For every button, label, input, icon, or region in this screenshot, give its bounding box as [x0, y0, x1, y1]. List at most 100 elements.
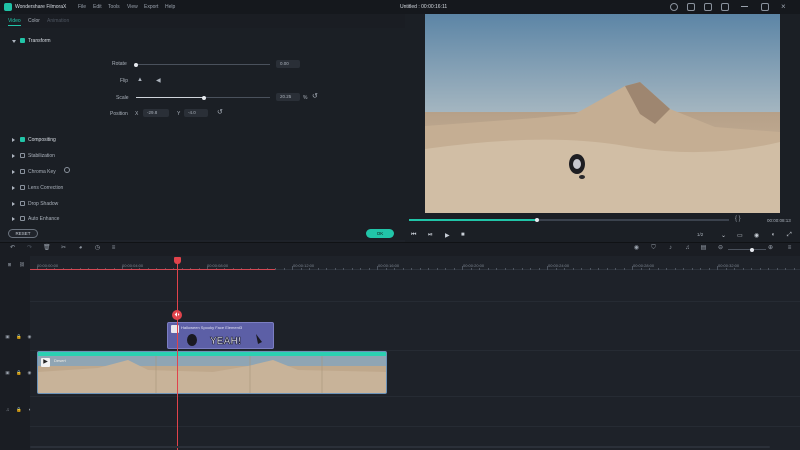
maximize-icon[interactable]	[761, 3, 769, 11]
zoom-slider-knob[interactable]	[750, 247, 754, 252]
zoom-out-icon[interactable]: ⊖	[717, 245, 724, 252]
track1-lock-icon[interactable]: 🔒	[16, 370, 22, 375]
download-icon[interactable]	[721, 3, 729, 11]
section-lens-correction[interactable]: Lens Correction	[28, 185, 63, 191]
tab-animation[interactable]: Animation	[47, 18, 69, 24]
section-compositing[interactable]: Compositing	[28, 137, 56, 143]
menu-export[interactable]: Export	[144, 4, 158, 10]
menu-help[interactable]: Help	[165, 4, 175, 10]
lens-correction-checkbox[interactable]	[20, 185, 25, 190]
play-reverse-icon[interactable]: ⏯	[428, 232, 433, 239]
rotate-value-field[interactable]: 0.00	[276, 60, 300, 68]
save-icon[interactable]	[704, 3, 712, 11]
tab-color[interactable]: Color	[28, 18, 40, 24]
storyboard-icon[interactable]: ▤	[700, 245, 707, 252]
display-icon[interactable]: ▭	[737, 232, 743, 239]
timeline-menu-icon[interactable]: ≡	[786, 245, 793, 252]
microphone-icon[interactable]: ♪	[667, 245, 674, 252]
previous-frame-icon[interactable]: ⏮	[411, 232, 416, 239]
adjust-icon[interactable]: ≡	[110, 245, 117, 252]
stabilization-expand-icon[interactable]	[12, 154, 15, 158]
compositing-expand-icon[interactable]	[12, 138, 15, 142]
position-y-field[interactable]: -4.0	[184, 109, 208, 117]
mark-range-icon[interactable]: { }	[735, 216, 741, 222]
voiceover-icon[interactable]: ♫	[684, 245, 691, 252]
sticker-clip[interactable]: Halloween Spooky Face Element3 YEAH!	[167, 322, 274, 349]
fullscreen-icon[interactable]: ⤢	[787, 232, 792, 239]
shield-icon[interactable]: ⛉	[650, 245, 657, 252]
rotate-slider-knob[interactable]	[134, 62, 138, 67]
add-track-icon[interactable]: ⊞	[7, 262, 12, 267]
drop-shadow-expand-icon[interactable]	[12, 202, 15, 206]
scale-slider[interactable]	[136, 95, 270, 100]
lens-correction-expand-icon[interactable]	[12, 186, 15, 190]
menu-view[interactable]: View	[127, 4, 138, 10]
chroma-key-expand-icon[interactable]	[12, 170, 15, 174]
section-auto-enhance[interactable]: Auto Enhance	[28, 216, 59, 222]
audio-track-mute-icon[interactable]: ◖	[27, 407, 32, 412]
chroma-key-info-icon[interactable]	[64, 167, 70, 173]
preview-frame[interactable]	[425, 14, 780, 213]
play-icon[interactable]: ▶	[445, 232, 450, 239]
zoom-in-icon[interactable]: ⊕	[767, 245, 774, 252]
scale-value-field[interactable]: 20.25	[276, 93, 300, 101]
section-drop-shadow[interactable]: Drop Shadow	[28, 201, 58, 207]
app-logo-icon	[4, 3, 12, 11]
drop-shadow-checkbox[interactable]	[20, 201, 25, 206]
menu-edit[interactable]: Edit	[93, 4, 102, 10]
transform-collapse-icon[interactable]	[12, 40, 16, 43]
snapshot-icon[interactable]: ◉	[754, 232, 759, 239]
speed-icon[interactable]: ◷	[94, 245, 101, 252]
flip-vertical-icon[interactable]: ▲	[137, 77, 143, 83]
flip-horizontal-icon[interactable]: ◀	[156, 77, 161, 84]
tab-video[interactable]: Video	[8, 18, 21, 26]
ok-button[interactable]: OK	[366, 229, 394, 238]
scale-reset-icon[interactable]: ↺	[312, 92, 318, 100]
scale-slider-knob[interactable]	[202, 95, 207, 100]
cut-icon[interactable]: ✂	[60, 245, 67, 252]
redo-icon[interactable]: ↷	[26, 245, 33, 252]
audio-track-lock-icon[interactable]: 🔒	[16, 407, 22, 412]
minimize-icon[interactable]	[741, 6, 748, 7]
video-clip[interactable]: ▶ Desert	[37, 351, 387, 394]
account-icon[interactable]	[687, 3, 695, 11]
section-stabilization[interactable]: Stabilization	[28, 153, 55, 159]
reset-button[interactable]: RESET	[8, 229, 38, 238]
stabilization-checkbox[interactable]	[20, 153, 25, 158]
close-icon[interactable]: ×	[781, 2, 786, 11]
quality-dropdown-icon[interactable]: ⌄	[721, 232, 726, 239]
compositing-checkbox[interactable]	[20, 137, 25, 142]
menu-file[interactable]: File	[78, 4, 86, 10]
delete-icon[interactable]: 🗑	[43, 245, 51, 252]
preview-quality[interactable]: 1/2	[697, 232, 703, 237]
preview-scrubber-knob[interactable]	[535, 218, 539, 222]
work-range-marker[interactable]	[30, 269, 275, 270]
stop-icon[interactable]: ■	[461, 232, 465, 238]
position-x-field[interactable]: -29.8	[143, 109, 169, 117]
preview-scrubber[interactable]	[409, 218, 729, 222]
track2-lock-icon[interactable]: 🔒	[16, 334, 22, 339]
position-reset-icon[interactable]: ↺	[217, 108, 223, 116]
track1-visibility-icon[interactable]: ◉	[27, 370, 32, 375]
transform-checkbox[interactable]	[20, 38, 25, 43]
chroma-key-checkbox[interactable]	[20, 169, 25, 174]
section-chroma-key[interactable]: Chroma Key	[28, 169, 56, 175]
auto-enhance-checkbox[interactable]	[20, 216, 25, 221]
track2-visibility-icon[interactable]: ◉	[27, 334, 32, 339]
ruler-minor-tick	[462, 266, 463, 270]
render-icon[interactable]: ◉	[633, 245, 640, 252]
playhead-line[interactable]	[177, 262, 178, 450]
info-icon[interactable]	[670, 3, 678, 11]
ruler-minor-tick	[504, 268, 506, 270]
playhead-handle[interactable]	[174, 257, 181, 264]
rotate-slider[interactable]	[134, 62, 270, 67]
timeline-scrollbar[interactable]	[30, 446, 770, 448]
menu-tools[interactable]: Tools	[108, 4, 120, 10]
zoom-slider[interactable]	[728, 247, 766, 252]
video-clip-play-icon[interactable]: ▶	[41, 358, 50, 367]
auto-enhance-expand-icon[interactable]	[12, 217, 15, 221]
link-icon[interactable]: ⛓	[19, 262, 25, 267]
undo-icon[interactable]: ↶	[9, 245, 16, 252]
color-icon[interactable]: ◕	[77, 245, 84, 252]
volume-icon[interactable]: ◖	[771, 232, 775, 238]
